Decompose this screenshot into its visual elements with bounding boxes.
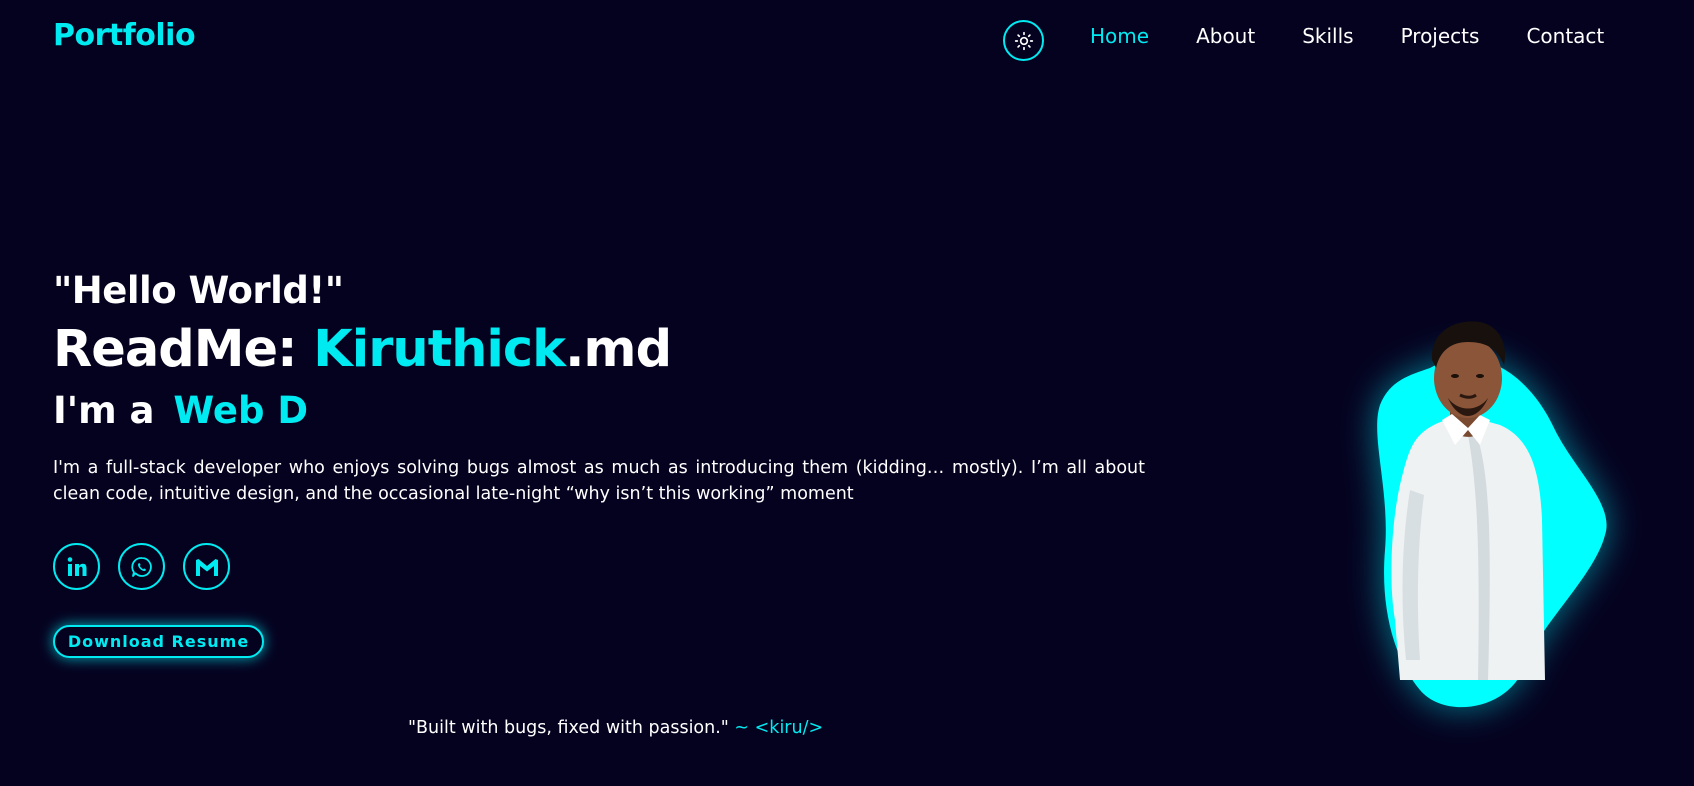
nav-links: Home About Skills Projects Contact: [1090, 24, 1604, 48]
role-typed-text: Web D: [173, 389, 309, 432]
hero-section: "Hello World!" ReadMe: Kiruthick.md I'm …: [53, 265, 1145, 525]
hero-greeting: "Hello World!": [53, 269, 344, 312]
navbar: Portfolio Home About Skills Projects Con…: [0, 0, 1694, 80]
hero-role: I'm a Web D: [53, 383, 1145, 439]
title-name: Kiruthick: [313, 320, 566, 379]
whatsapp-icon: [130, 556, 152, 577]
whatsapp-link[interactable]: [118, 543, 165, 590]
nav-link-home[interactable]: Home: [1090, 24, 1149, 48]
linkedin-link[interactable]: [53, 543, 100, 590]
title-prefix: ReadMe:: [53, 320, 314, 379]
gmail-link[interactable]: [183, 543, 230, 590]
profile-portrait: [1340, 320, 1640, 730]
quote-signature: ~ <kiru/>: [728, 718, 824, 738]
gmail-icon: [195, 558, 218, 576]
nav-link-projects[interactable]: Projects: [1401, 24, 1480, 48]
hero-title: ReadMe: Kiruthick.md: [53, 317, 1145, 383]
nav-link-skills[interactable]: Skills: [1302, 24, 1353, 48]
role-prefix: I'm a: [53, 389, 155, 432]
social-links: [53, 543, 230, 590]
download-resume-button[interactable]: Download Resume: [53, 625, 264, 658]
theme-toggle-button[interactable]: [1003, 20, 1044, 61]
hero-bio: I'm a full-stack developer who enjoys so…: [53, 458, 1145, 504]
footer-quote: "Built with bugs, fixed with passion." ~…: [408, 718, 823, 738]
linkedin-icon: [67, 556, 86, 576]
logo[interactable]: Portfolio: [53, 18, 196, 53]
nav-link-about[interactable]: About: [1196, 24, 1255, 48]
quote-text: "Built with bugs, fixed with passion.": [408, 718, 729, 738]
title-suffix: .md: [565, 320, 672, 379]
sun-icon: [1014, 31, 1033, 50]
profile-photo: [1391, 321, 1545, 680]
nav-link-contact[interactable]: Contact: [1526, 24, 1604, 48]
